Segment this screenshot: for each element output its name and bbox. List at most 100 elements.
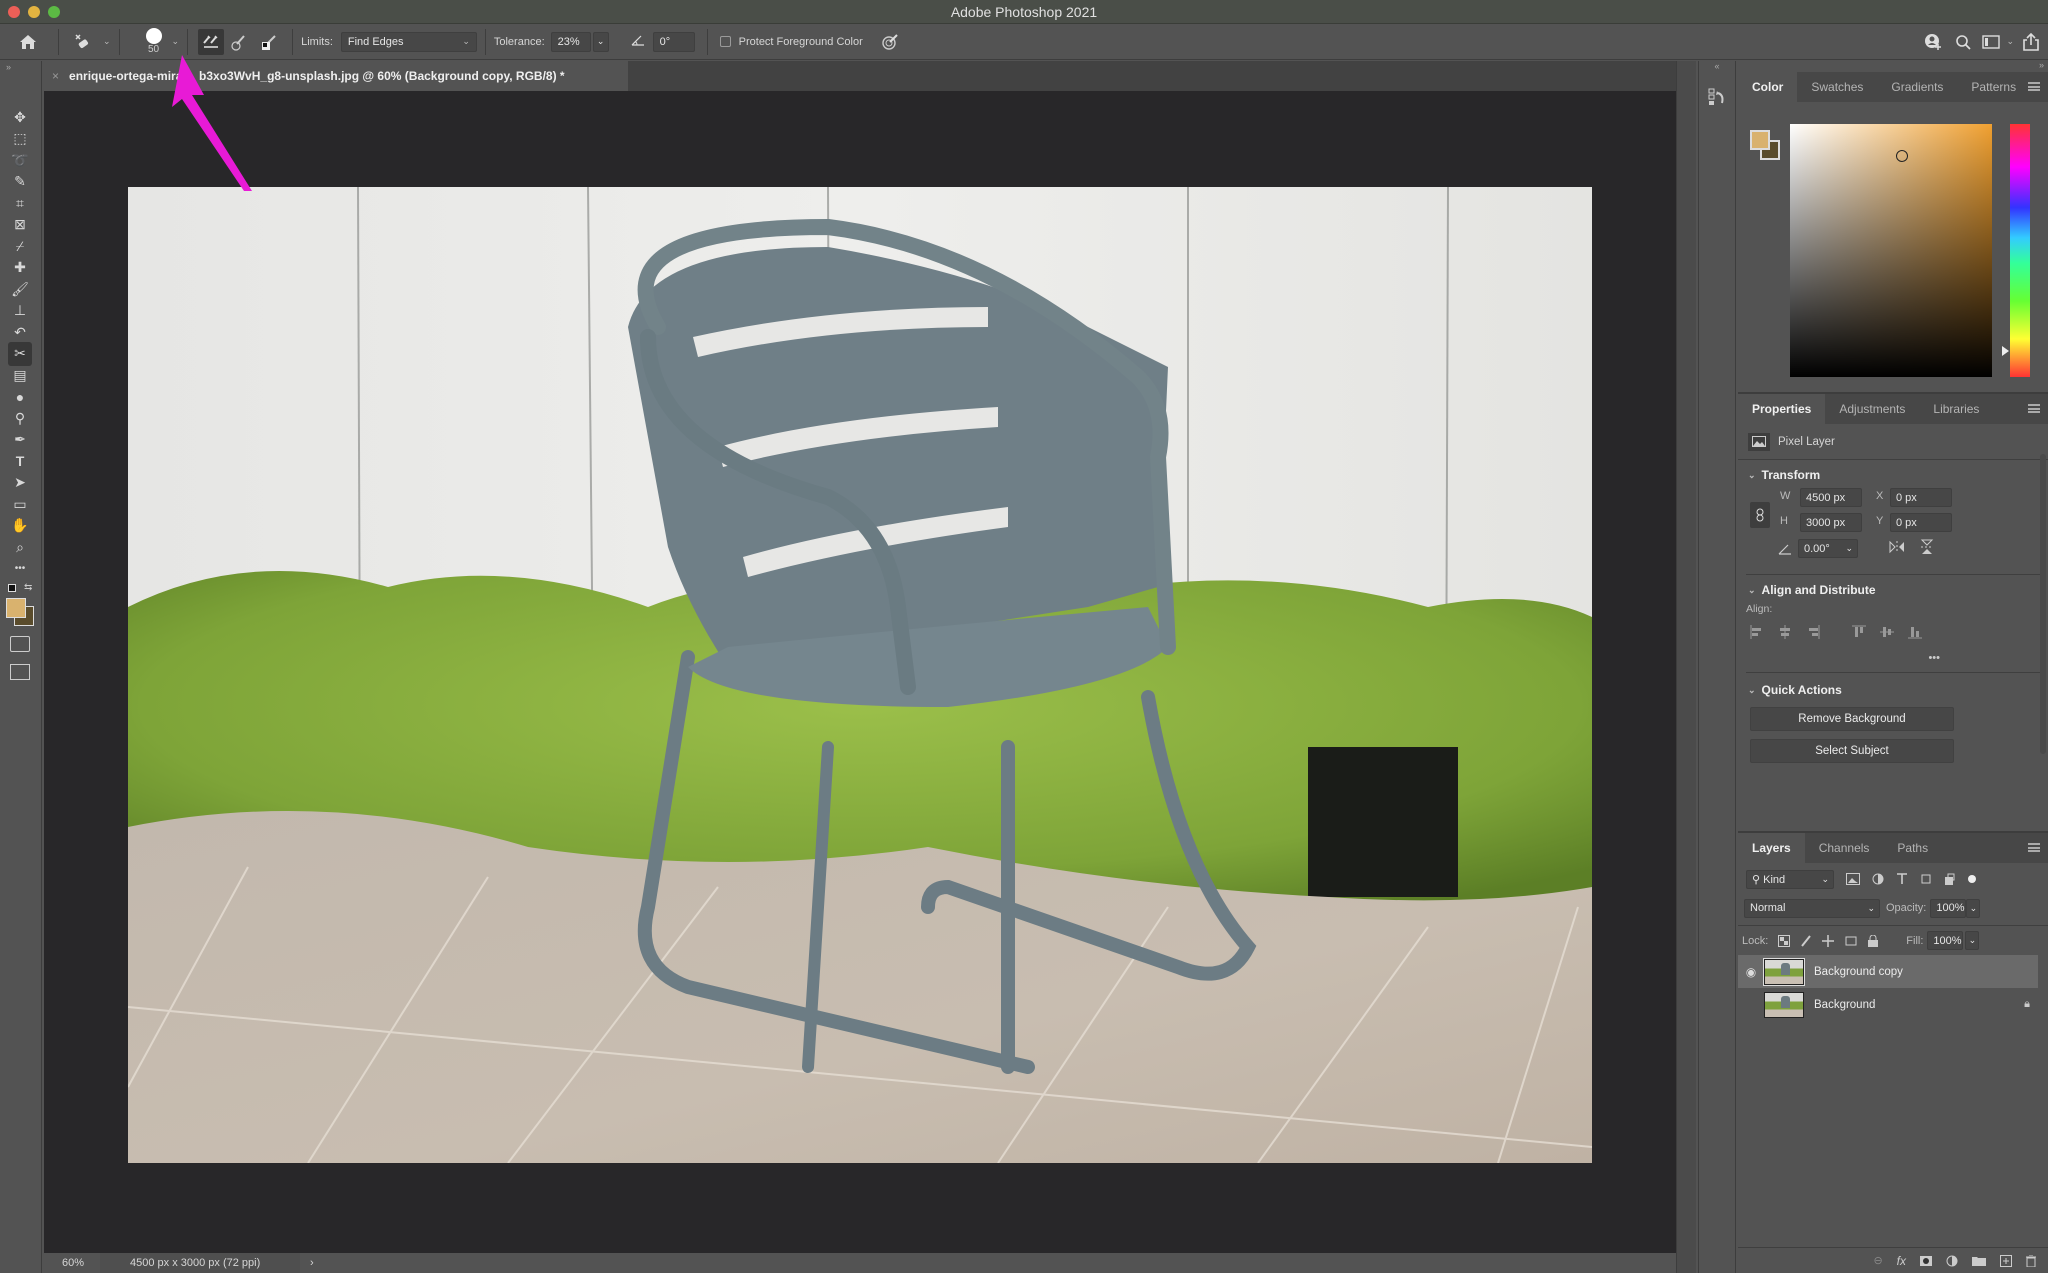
tolerance-input[interactable]: 23% bbox=[550, 31, 591, 52]
pressure-button[interactable] bbox=[881, 33, 899, 51]
y-input[interactable]: 0 px bbox=[1890, 513, 1952, 532]
limits-select[interactable]: Find Edges ⌄ bbox=[340, 31, 477, 52]
history-panel-button[interactable] bbox=[1705, 85, 1729, 109]
dodge-tool[interactable]: ⚲ bbox=[8, 406, 32, 430]
zoom-tool[interactable]: ⌕ bbox=[8, 535, 32, 559]
sampling-once-button[interactable] bbox=[224, 33, 254, 51]
share-button[interactable] bbox=[2014, 32, 2048, 51]
close-tab-icon[interactable]: × bbox=[52, 69, 59, 83]
gradient-tool[interactable]: ▤ bbox=[8, 363, 32, 387]
align-left-edges-button[interactable] bbox=[1750, 625, 1764, 644]
filter-shape-icon[interactable] bbox=[1920, 873, 1932, 885]
collapse-panels-icon[interactable]: « bbox=[1699, 61, 1735, 71]
tab-patterns[interactable]: Patterns bbox=[1957, 72, 2030, 102]
default-colors-icon[interactable] bbox=[8, 584, 16, 592]
filter-adjustment-icon[interactable] bbox=[1872, 873, 1884, 885]
tool-preset-picker[interactable] bbox=[67, 32, 97, 52]
zoom-level[interactable]: 60% bbox=[44, 1257, 100, 1269]
filter-type-icon[interactable] bbox=[1896, 873, 1908, 885]
tab-gradients[interactable]: Gradients bbox=[1877, 72, 1957, 102]
layer-row[interactable]: Background 🔒︎ bbox=[1738, 988, 2048, 1021]
panel-menu-icon[interactable] bbox=[2028, 404, 2040, 413]
panel-menu-icon[interactable] bbox=[2028, 82, 2040, 91]
lock-image-pixels-icon[interactable] bbox=[1800, 934, 1812, 947]
new-group-icon[interactable] bbox=[1972, 1255, 1986, 1266]
screen-mode-icon[interactable] bbox=[10, 664, 30, 680]
adjustment-layer-icon[interactable] bbox=[1946, 1255, 1958, 1267]
delete-layer-icon[interactable] bbox=[2026, 1254, 2036, 1267]
chevron-down-icon[interactable]: ⌄ bbox=[103, 36, 111, 47]
height-input[interactable]: 3000 px bbox=[1800, 513, 1862, 532]
lock-transparent-pixels-icon[interactable] bbox=[1778, 934, 1791, 947]
chevron-down-icon[interactable]: ⌄ bbox=[2006, 36, 2014, 47]
tab-channels[interactable]: Channels bbox=[1805, 833, 1884, 863]
more-align-options-button[interactable]: ••• bbox=[1738, 652, 2048, 664]
link-dimensions-button[interactable] bbox=[1750, 502, 1770, 528]
tolerance-dropdown[interactable]: ⌄ bbox=[592, 31, 609, 52]
color-picker-handle[interactable] bbox=[1896, 150, 1908, 162]
width-input[interactable]: 4500 px bbox=[1800, 488, 1862, 507]
tab-libraries[interactable]: Libraries bbox=[1919, 394, 1993, 424]
hand-tool[interactable]: ✋ bbox=[8, 514, 32, 538]
rectangle-tool[interactable]: ▭ bbox=[8, 492, 32, 516]
status-menu-chevron-icon[interactable]: › bbox=[310, 1257, 314, 1269]
swap-colors-icon[interactable]: ⇆ bbox=[24, 582, 32, 593]
more-tools[interactable]: ••• bbox=[8, 557, 32, 581]
panel-menu-icon[interactable] bbox=[2028, 843, 2040, 852]
layer-name[interactable]: Background bbox=[1814, 999, 1875, 1011]
rotation-input[interactable]: 0.00° ⌄ bbox=[1798, 539, 1858, 558]
transform-header[interactable]: ⌄ Transform bbox=[1738, 468, 2048, 482]
tab-properties[interactable]: Properties bbox=[1738, 394, 1826, 424]
align-right-edges-button[interactable] bbox=[1806, 625, 1820, 644]
tab-adjustments[interactable]: Adjustments bbox=[1825, 394, 1919, 424]
opacity-input[interactable]: 100% bbox=[1930, 898, 1967, 918]
blur-tool[interactable]: ● bbox=[8, 385, 32, 409]
frame-tool[interactable]: ⊠ bbox=[8, 213, 32, 237]
properties-scrollbar[interactable] bbox=[2040, 454, 2046, 754]
tab-paths[interactable]: Paths bbox=[1883, 833, 1942, 863]
fill-dropdown[interactable]: ⌄ bbox=[1965, 931, 1980, 950]
expand-panels-icon[interactable]: » bbox=[1738, 61, 2048, 72]
filter-smart-object-icon[interactable] bbox=[1944, 873, 1956, 885]
link-layers-icon[interactable]: ⊖ bbox=[1873, 1254, 1882, 1267]
protect-foreground-checkbox[interactable] bbox=[719, 36, 731, 47]
background-eraser-tool[interactable]: ✂ bbox=[8, 341, 32, 366]
new-layer-icon[interactable] bbox=[2000, 1254, 2012, 1267]
angle-input[interactable]: 0° bbox=[652, 31, 695, 52]
share-user-button[interactable] bbox=[1918, 33, 1948, 51]
crop-tool[interactable]: ⌗ bbox=[8, 191, 32, 215]
sampling-background-swatch-button[interactable] bbox=[254, 33, 284, 51]
history-brush-tool[interactable]: ↶ bbox=[8, 320, 32, 344]
fx-icon[interactable]: fx bbox=[1897, 1254, 1906, 1268]
align-horizontal-centers-button[interactable] bbox=[1778, 625, 1792, 644]
foreground-color-swatch[interactable] bbox=[1750, 130, 1770, 150]
layer-filter-select[interactable]: ⚲ Kind ⌄ bbox=[1746, 869, 1834, 889]
close-window-button[interactable] bbox=[8, 6, 20, 18]
add-mask-icon[interactable] bbox=[1920, 1255, 1932, 1266]
lasso-tool[interactable]: ➰ bbox=[8, 148, 32, 172]
fill-input[interactable]: 100% bbox=[1927, 931, 1964, 950]
eyedropper-tool[interactable]: ⌿ bbox=[8, 234, 32, 258]
layer-name[interactable]: Background copy bbox=[1814, 966, 1903, 978]
canvas-vertical-scrollbar[interactable] bbox=[1676, 61, 1696, 1273]
path-selection-tool[interactable]: ➤ bbox=[8, 471, 32, 495]
canvas-area[interactable] bbox=[44, 55, 1676, 1253]
align-top-edges-button[interactable] bbox=[1852, 625, 1866, 644]
tab-layers[interactable]: Layers bbox=[1738, 833, 1805, 863]
flip-horizontal-button[interactable] bbox=[1888, 540, 1906, 559]
x-input[interactable]: 0 px bbox=[1890, 488, 1952, 507]
marquee-tool[interactable]: ⬚ bbox=[8, 127, 32, 151]
quick-actions-header[interactable]: ⌄ Quick Actions bbox=[1738, 683, 2048, 697]
filter-toggle[interactable] bbox=[1968, 875, 1976, 883]
expand-panel-icon[interactable]: » bbox=[0, 61, 41, 72]
lock-artboard-icon[interactable] bbox=[1844, 935, 1858, 947]
move-tool[interactable]: ✥ bbox=[8, 105, 32, 129]
quick-mask-icon[interactable] bbox=[10, 636, 30, 652]
search-button[interactable] bbox=[1948, 34, 1978, 50]
layer-lock-icon[interactable]: 🔒︎ bbox=[2024, 998, 2030, 1011]
pen-tool[interactable]: ✒ bbox=[8, 428, 32, 452]
layer-row[interactable]: ◉ Background copy bbox=[1738, 955, 2038, 988]
flip-vertical-button[interactable] bbox=[1920, 538, 1934, 561]
document-tab[interactable]: × enrique-ortega-mira b3xo3WvH_g8-unspla… bbox=[44, 61, 628, 91]
tab-swatches[interactable]: Swatches bbox=[1797, 72, 1877, 102]
